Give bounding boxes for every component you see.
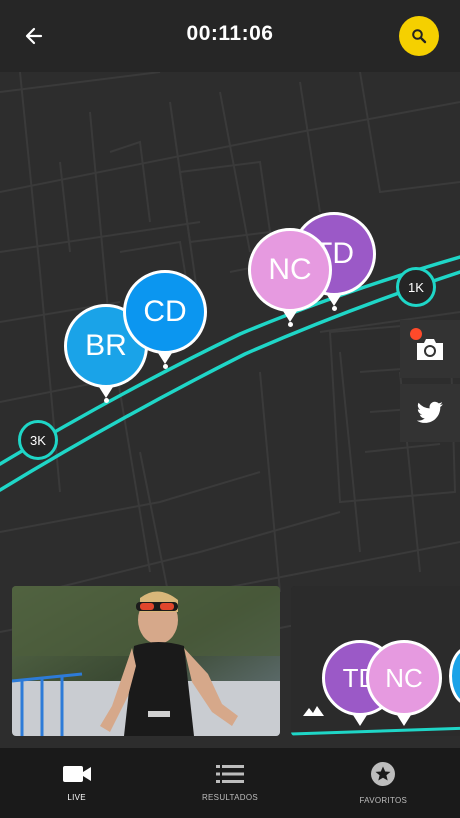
twitter-button[interactable] bbox=[400, 384, 460, 442]
race-timer: 00:11:06 bbox=[186, 22, 274, 45]
nav-favoritos[interactable]: FAVORITOS bbox=[307, 748, 460, 818]
pin-tail bbox=[158, 353, 172, 364]
athlete-photo-card[interactable] bbox=[12, 586, 280, 736]
pin-tail bbox=[397, 715, 411, 726]
km-marker-3k[interactable]: 3K bbox=[18, 420, 58, 460]
search-icon bbox=[412, 29, 427, 44]
nav-label: FAVORITOS bbox=[359, 796, 408, 805]
pin-point bbox=[331, 306, 337, 311]
athlete-photo bbox=[12, 586, 280, 736]
athlete-initials: CD bbox=[123, 270, 207, 354]
top-bar: 00:11:06 bbox=[0, 0, 460, 72]
km-marker-label: 1K bbox=[408, 279, 424, 295]
mini-pin-nc[interactable]: NC bbox=[366, 640, 442, 726]
bottom-navigation: LIVE RESULTADOS FAVORITOS bbox=[0, 748, 460, 818]
camera-icon bbox=[417, 339, 443, 360]
athlete-pin-nc[interactable]: NC bbox=[248, 228, 332, 327]
nav-resultados[interactable]: RESULTADOS bbox=[153, 748, 306, 818]
pin-point bbox=[162, 364, 168, 369]
athlete-pin-cd[interactable]: CD bbox=[123, 270, 207, 369]
km-marker-1k[interactable]: 1K bbox=[396, 267, 436, 307]
video-camera-icon bbox=[62, 766, 91, 782]
search-button[interactable] bbox=[399, 16, 439, 56]
star-icon bbox=[371, 762, 396, 786]
pin-tail bbox=[283, 311, 297, 322]
nav-label: RESULTADOS bbox=[201, 793, 259, 802]
nav-label: LIVE bbox=[67, 793, 86, 802]
pin-point bbox=[287, 322, 293, 327]
mini-map-card[interactable]: TD NC bbox=[291, 586, 460, 736]
nav-live[interactable]: LIVE bbox=[0, 748, 153, 818]
notification-dot bbox=[410, 328, 422, 340]
camera-button[interactable] bbox=[400, 320, 460, 378]
pin-point bbox=[103, 398, 109, 403]
list-icon bbox=[215, 765, 244, 783]
pin-tail bbox=[353, 715, 367, 726]
km-marker-label: 3K bbox=[30, 432, 46, 448]
athlete-initials: NC bbox=[248, 228, 332, 312]
twitter-icon bbox=[416, 401, 443, 423]
pin-tail bbox=[99, 387, 113, 398]
athlete-initials: NC bbox=[366, 640, 442, 716]
